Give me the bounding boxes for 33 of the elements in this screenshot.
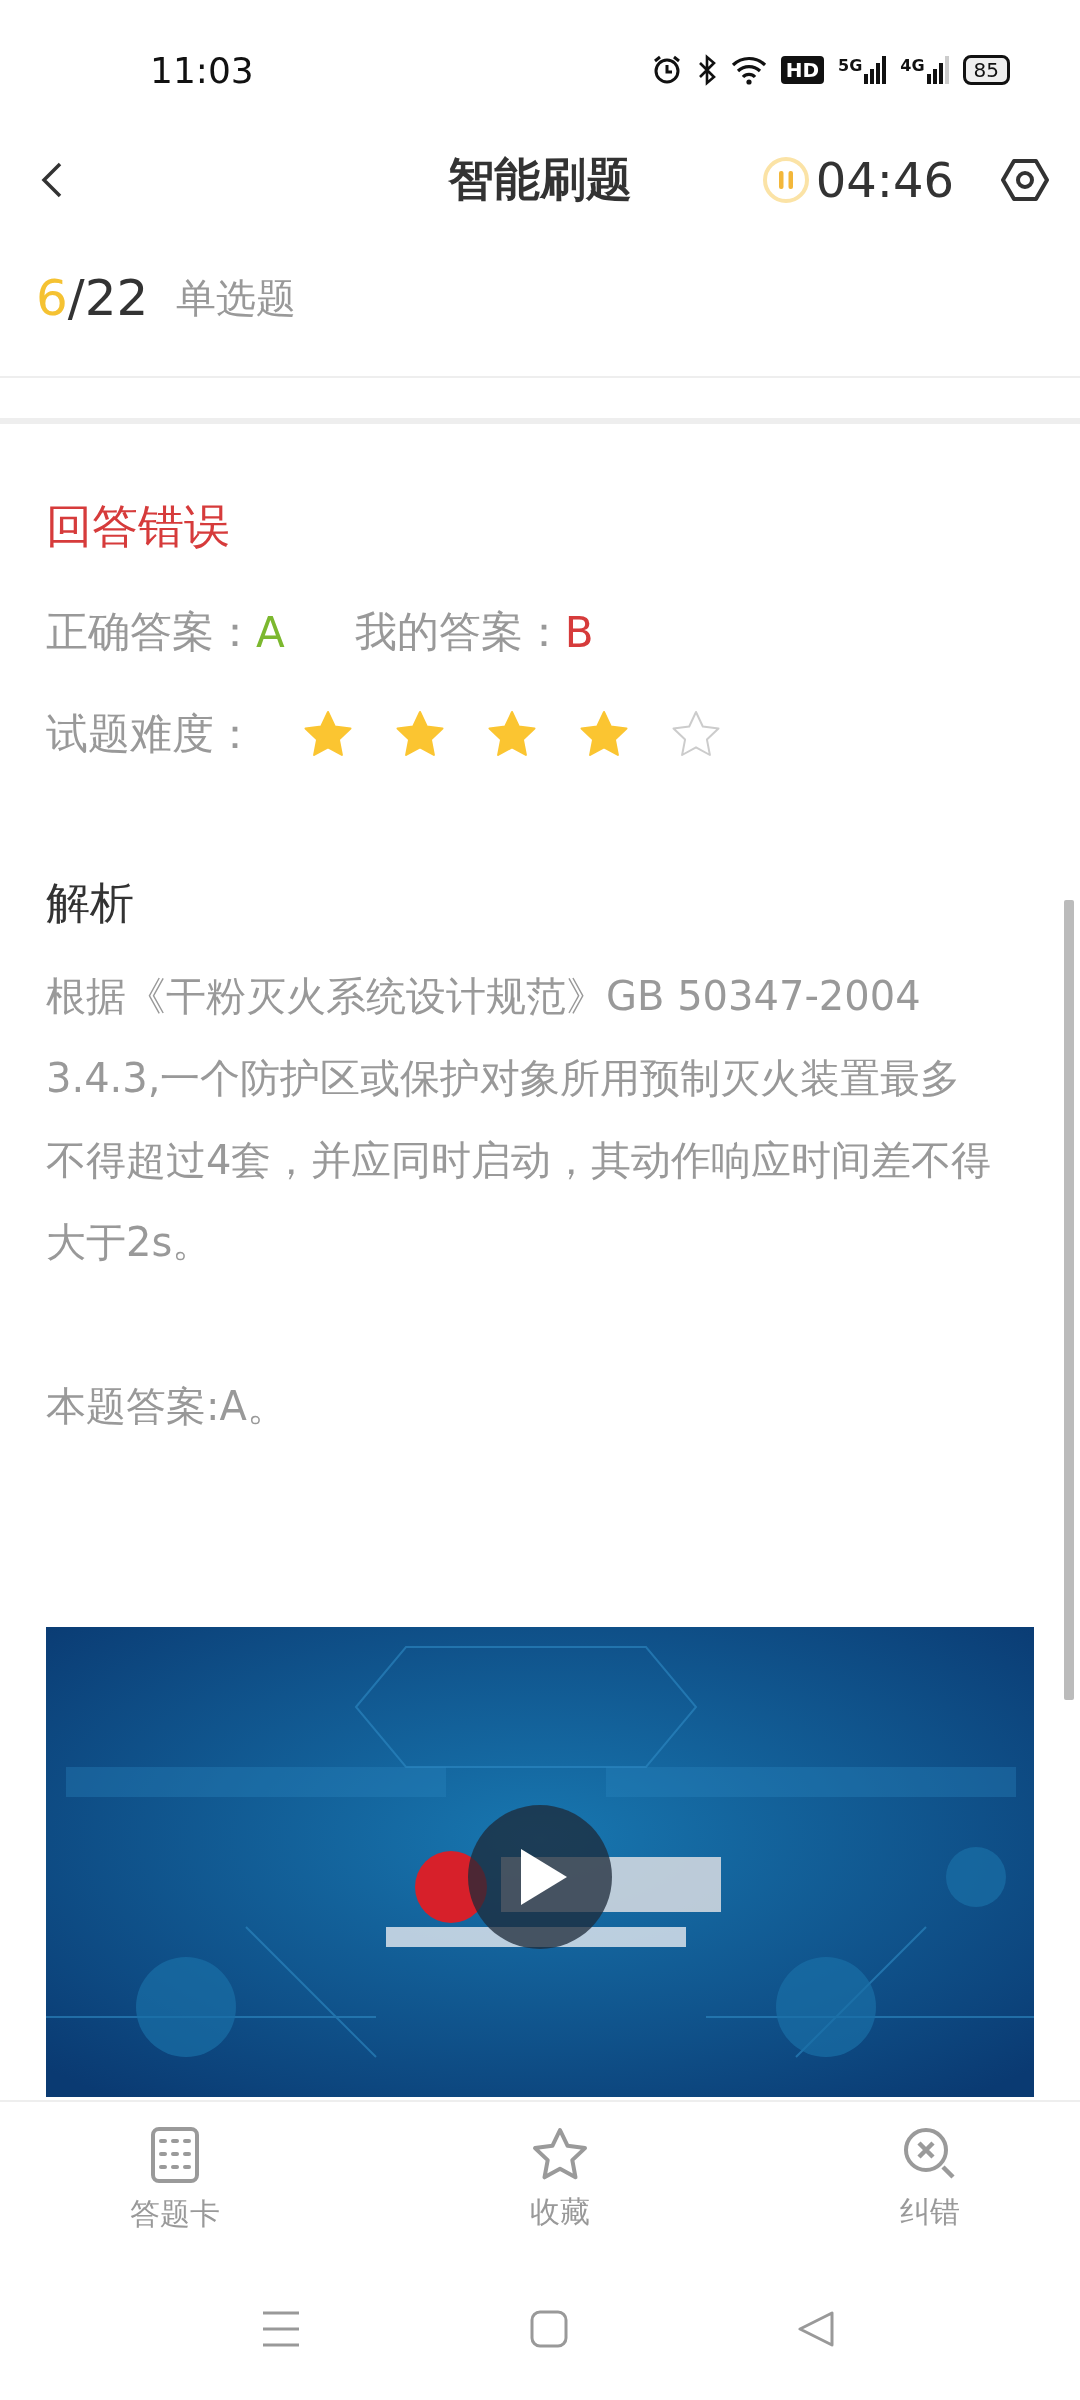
menu-icon[interactable]	[262, 2311, 300, 2347]
back-triangle-icon[interactable]	[798, 2311, 836, 2347]
countdown-timer: 04:46	[815, 152, 954, 208]
analysis-text: 根据《干粉灭火系统设计规范》GB 50347-2004 3.4.3,一个防护区或保护对象所用预制灭火装置最多不得超过4套，并应同时启动，其动作响应时间差不得大于2s。	[46, 972, 993, 1267]
home-square-icon[interactable]	[530, 2310, 568, 2348]
scrollbar[interactable]	[1064, 900, 1074, 1700]
network-label: 4G	[900, 56, 925, 75]
battery-indicator: 85	[962, 55, 1010, 85]
difficulty-label: 试题难度：	[46, 708, 256, 760]
my-answer: B	[564, 607, 594, 657]
status-time: 11:03	[150, 49, 254, 91]
back-icon[interactable]	[40, 160, 64, 200]
analysis-text: 本题答案:A。	[46, 1382, 288, 1431]
star-icon	[531, 2126, 589, 2182]
signal-icon	[926, 56, 949, 84]
analysis-title: 解析	[46, 876, 135, 930]
question-counter: 6/22	[36, 269, 149, 327]
wifi-icon	[730, 55, 767, 85]
grid-card-icon	[150, 2126, 200, 2184]
question-type: 单选题	[176, 273, 297, 323]
nav-tab[interactable]: 纠错	[900, 2102, 960, 2252]
result-status: 回答错误	[46, 498, 231, 555]
nav-tab[interactable]: 答题卡	[130, 2102, 220, 2252]
hd-badge: HD	[780, 56, 824, 84]
answer-label: 正确答案：	[46, 606, 256, 658]
answer-label: 我的答案：	[354, 606, 565, 658]
correct-answer: A	[256, 607, 285, 657]
page-title: 智能刷题	[448, 151, 632, 208]
bluetooth-icon	[696, 54, 717, 86]
network-label: 5G	[838, 56, 863, 75]
signal-icon	[864, 56, 887, 84]
pause-button[interactable]	[761, 156, 810, 204]
nav-tab[interactable]: 收藏	[530, 2102, 590, 2252]
